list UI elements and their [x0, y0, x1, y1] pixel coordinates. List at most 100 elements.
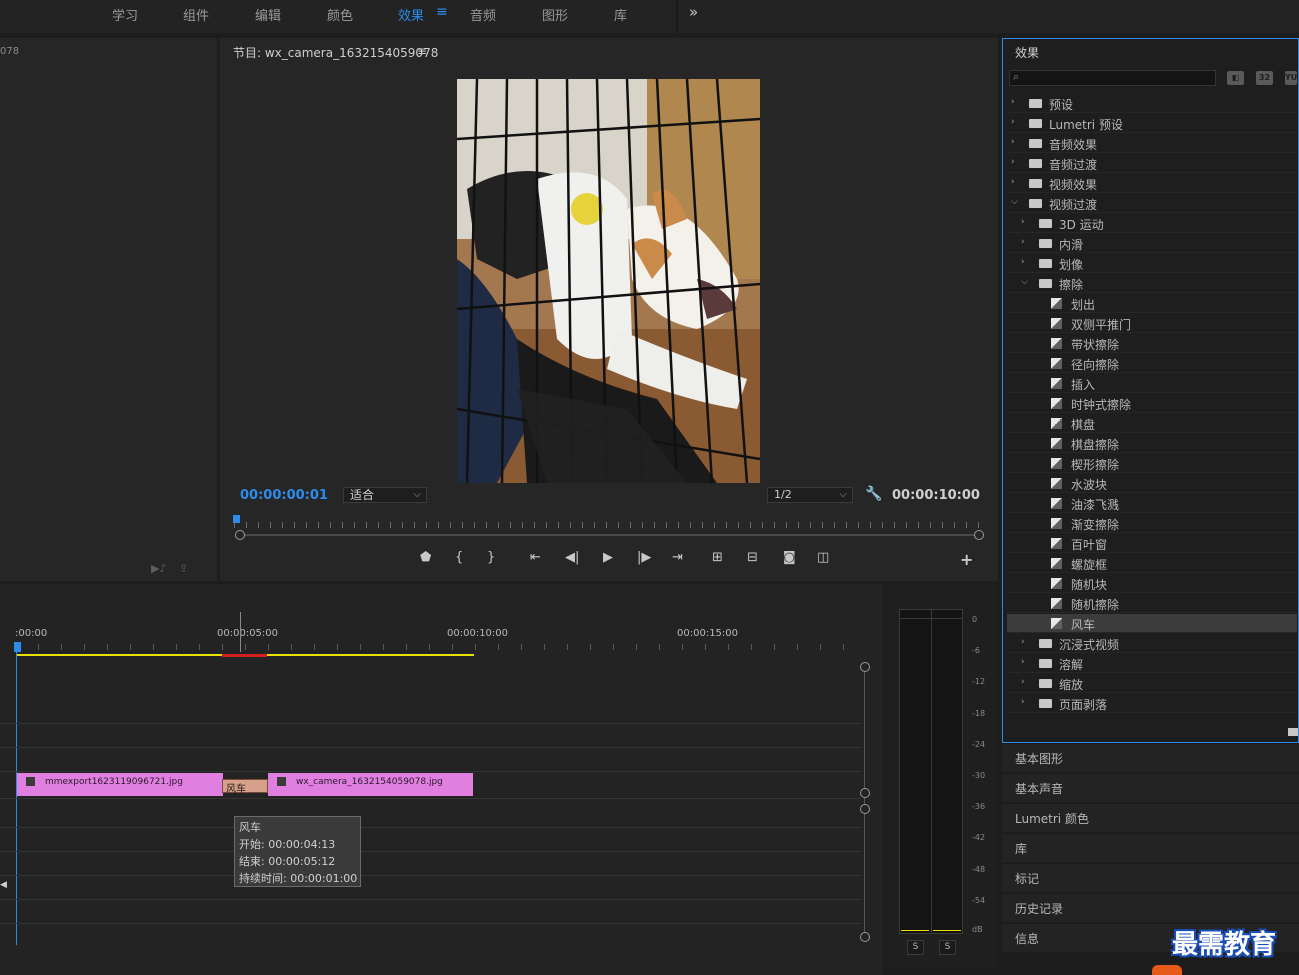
chevron-right-icon[interactable]: › — [1011, 157, 1015, 167]
effects-tree-item[interactable]: › 预设 — [1007, 94, 1297, 113]
workspace-menu-icon[interactable]: ≡ — [436, 4, 448, 20]
effects-tree-item[interactable]: 螺旋框 — [1007, 554, 1297, 573]
add-marker-icon[interactable]: ⬟ — [420, 550, 431, 565]
program-playhead[interactable] — [233, 515, 240, 523]
audio-scroll-top-handle[interactable] — [860, 804, 870, 814]
effects-tree-item[interactable]: 插入 — [1007, 374, 1297, 393]
zoom-scroll-left-handle[interactable] — [235, 530, 245, 540]
export-frame-camera-icon[interactable]: ◙ — [783, 550, 796, 565]
lift-icon[interactable]: ⊞ — [712, 550, 723, 565]
workspace-tab-graphics[interactable]: 图形 — [542, 5, 568, 24]
chevron-down-icon[interactable]: ⌵ — [1011, 197, 1018, 207]
collapse-arrow-icon[interactable]: ◀ — [0, 880, 7, 890]
effects-tree-item[interactable]: › 缩放 — [1007, 674, 1297, 693]
chevron-right-icon[interactable]: › — [1021, 257, 1025, 267]
workspace-tab-learn[interactable]: 学习 — [112, 5, 138, 24]
workspace-tab-color[interactable]: 颜色 — [327, 5, 353, 24]
effects-tree-item[interactable]: › 沉浸式视频 — [1007, 634, 1297, 653]
effects-tree-item[interactable]: 油漆飞溅 — [1007, 494, 1297, 513]
panel-markers[interactable]: 标记 — [1002, 863, 1299, 892]
transition-windmill[interactable]: 风车 — [222, 779, 268, 795]
chevron-right-icon[interactable]: › — [1011, 117, 1015, 127]
program-time-ruler[interactable] — [234, 516, 982, 528]
32bit-effects-button[interactable]: 32 — [1256, 71, 1273, 85]
workspace-tab-effects[interactable]: 效果 — [398, 5, 424, 24]
video-scroll-bottom-handle[interactable] — [860, 788, 870, 798]
effects-tree-item[interactable]: › 溶解 — [1007, 654, 1297, 673]
mark-out-icon[interactable]: } — [487, 550, 495, 565]
chevron-right-icon[interactable]: › — [1011, 177, 1015, 187]
program-panel-menu-icon[interactable]: ≡ — [417, 44, 427, 58]
timeline-vertical-scrollbar[interactable] — [864, 664, 865, 936]
export-frame-icon[interactable]: ⇪ — [179, 562, 188, 575]
chevron-right-icon[interactable]: › — [1021, 697, 1025, 707]
effects-tree-item[interactable]: 棋盘擦除 — [1007, 434, 1297, 453]
effects-tree-item[interactable]: 随机块 — [1007, 574, 1297, 593]
new-bin-icon[interactable] — [1288, 728, 1298, 736]
effects-tree-item[interactable]: › Lumetri 预设 — [1007, 114, 1297, 133]
yuv-effects-button[interactable]: YUV — [1285, 71, 1297, 85]
program-monitor-title[interactable]: 节目: wx_camera_1632154059078 — [233, 44, 438, 61]
chevron-right-icon[interactable]: › — [1021, 237, 1025, 247]
workspace-tab-assembly[interactable]: 组件 — [183, 5, 209, 24]
playback-resolution-select[interactable]: 1/2 ⌵ — [767, 487, 853, 503]
workspace-overflow-icon[interactable]: » — [689, 3, 698, 21]
extract-icon[interactable]: ⊟ — [747, 550, 758, 565]
chevron-down-icon[interactable]: ⌵ — [1021, 277, 1028, 287]
effects-tree-item[interactable]: › 划像 — [1007, 254, 1297, 273]
effects-tree-item[interactable]: 划出 — [1007, 294, 1297, 313]
effects-tree-item[interactable]: 径向擦除 — [1007, 354, 1297, 373]
go-to-in-icon[interactable]: ⇤ — [530, 550, 541, 565]
chevron-right-icon[interactable]: › — [1021, 657, 1025, 667]
effects-tree-item[interactable]: › 内滑 — [1007, 234, 1297, 253]
panel-essential-graphics[interactable]: 基本图形 — [1002, 743, 1299, 772]
effects-tree-item[interactable]: › 视频效果 — [1007, 174, 1297, 193]
workspace-tab-editing[interactable]: 编辑 — [255, 5, 281, 24]
video-scroll-top-handle[interactable] — [860, 662, 870, 672]
zoom-fit-select[interactable]: 适合 ⌵ — [343, 487, 427, 503]
workspace-tab-audio[interactable]: 音频 — [470, 5, 496, 24]
button-editor-add-icon[interactable]: + — [960, 550, 973, 569]
effects-panel-title[interactable]: 效果 — [1015, 44, 1039, 61]
effects-tree-item[interactable]: 百叶窗 — [1007, 534, 1297, 553]
panel-essential-sound[interactable]: 基本声音 — [1002, 773, 1299, 802]
settings-wrench-icon[interactable]: 🔧 — [865, 486, 882, 502]
effects-tree-item[interactable]: 随机擦除 — [1007, 594, 1297, 613]
effects-tree-item[interactable]: 双侧平推门 — [1007, 314, 1297, 333]
insert-clip-icon[interactable]: ▶♪ — [151, 562, 166, 575]
chevron-right-icon[interactable]: › — [1021, 677, 1025, 687]
effects-tree-item[interactable]: 渐变擦除 — [1007, 514, 1297, 533]
solo-left-button[interactable]: S — [907, 940, 924, 955]
play-icon[interactable]: ▶ — [603, 550, 613, 565]
effects-tree-item[interactable]: 水波块 — [1007, 474, 1297, 493]
go-to-out-icon[interactable]: ⇥ — [672, 550, 683, 565]
zoom-scroll-right-handle[interactable] — [974, 530, 984, 540]
current-timecode[interactable]: 00:00:00:01 — [240, 488, 328, 503]
step-forward-icon[interactable]: |▶ — [637, 550, 651, 565]
accelerated-effects-button[interactable]: ◧ — [1227, 71, 1244, 85]
effects-tree-item[interactable]: 风车 — [1007, 614, 1297, 633]
effects-tree-item[interactable]: ⌵ 视频过渡 — [1007, 194, 1297, 213]
effects-tree-item[interactable]: 带状擦除 — [1007, 334, 1297, 353]
mark-in-icon[interactable]: { — [455, 550, 463, 565]
panel-lumetri-color[interactable]: Lumetri 颜色 — [1002, 803, 1299, 832]
timeline-clip-mmexport[interactable]: mmexport1623119096721.jpg — [17, 773, 223, 796]
step-back-icon[interactable]: ◀| — [565, 550, 579, 565]
effects-tree-item[interactable]: 楔形擦除 — [1007, 454, 1297, 473]
effects-tree-item[interactable]: 时钟式擦除 — [1007, 394, 1297, 413]
zoom-scroll-bar[interactable] — [240, 534, 979, 536]
timeline-clip-wx-camera[interactable]: wx_camera_1632154059078.jpg — [268, 773, 473, 796]
chevron-right-icon[interactable]: › — [1011, 137, 1015, 147]
effects-search-input[interactable]: ⌕ — [1009, 70, 1216, 86]
effects-tree-item[interactable]: ⌵ 擦除 — [1007, 274, 1297, 293]
panel-libraries[interactable]: 库 — [1002, 833, 1299, 862]
effects-tree-item[interactable]: › 音频效果 — [1007, 134, 1297, 153]
comparison-view-icon[interactable]: ◫ — [817, 550, 829, 565]
effects-tree-item[interactable]: › 音频过渡 — [1007, 154, 1297, 173]
effects-tree-item[interactable]: › 3D 运动 — [1007, 214, 1297, 233]
chevron-right-icon[interactable]: › — [1011, 97, 1015, 107]
effects-tree-item[interactable]: › 页面剥落 — [1007, 694, 1297, 713]
chevron-right-icon[interactable]: › — [1021, 217, 1025, 227]
solo-right-button[interactable]: S — [939, 940, 956, 955]
panel-history[interactable]: 历史记录 — [1002, 893, 1299, 922]
